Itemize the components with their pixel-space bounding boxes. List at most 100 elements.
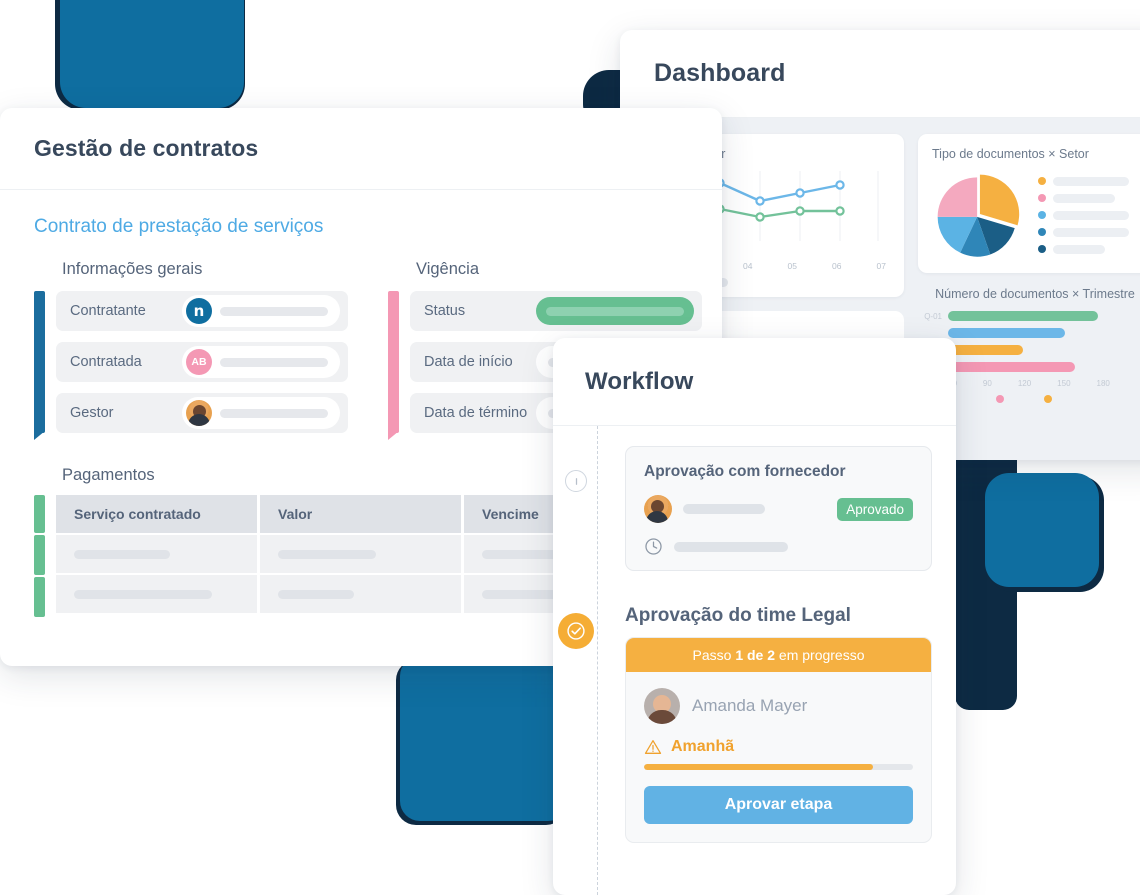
status-placeholder: [546, 306, 684, 316]
status-badge: Aprovado: [837, 497, 913, 521]
warning-icon: [644, 740, 662, 754]
cell-placeholder: [482, 549, 560, 559]
line-chart-x-tick: 05: [787, 261, 797, 271]
field-row-gestor[interactable]: Gestor: [56, 393, 348, 433]
legend-label-placeholder: [1053, 210, 1129, 220]
accent-bar: [34, 495, 45, 533]
table-row[interactable]: [260, 533, 461, 573]
cell-placeholder: [278, 549, 376, 559]
step-time-row: [644, 537, 913, 556]
screenshot-root: Dashboard prazo × Setor: [0, 0, 1140, 895]
assignee-row: Amanda Mayer: [644, 688, 913, 724]
pie-legend-item: [1038, 193, 1138, 203]
status-badge[interactable]: [536, 297, 694, 325]
pie-legend-item: [1038, 244, 1138, 254]
legend-dot-icon: [1038, 211, 1046, 219]
bar-axis-tick: 90: [982, 379, 992, 388]
legend-dot-icon: [1038, 245, 1046, 253]
avatar-initials: AB: [186, 349, 212, 375]
table-row[interactable]: [56, 533, 257, 573]
legend-dot-icon: [1044, 395, 1052, 403]
pie-chart-svg: [937, 174, 1020, 257]
legend-dot-icon: [996, 395, 1004, 403]
pie-legend-item: [1038, 227, 1138, 237]
line-chart-x-tick: 04: [743, 261, 753, 271]
field-label: Data de início: [424, 354, 513, 370]
table-row[interactable]: [260, 573, 461, 613]
field-value-pill[interactable]: [182, 397, 340, 429]
bar-row-label: Q-01: [924, 311, 942, 321]
value-placeholder: [220, 306, 328, 316]
table-row[interactable]: [56, 573, 257, 613]
field-value-pill[interactable]: AB: [182, 346, 340, 378]
field-label: Status: [424, 303, 466, 319]
bar-chart-title: Número de documentos × Trimestre: [935, 287, 1135, 301]
table-column: Valor: [260, 495, 464, 613]
legend-label-placeholder: [1053, 227, 1129, 237]
progress-prefix: Passo: [692, 647, 736, 663]
field-row-contratante[interactable]: Contratante n: [56, 291, 348, 331]
field-label: Contratante: [70, 303, 146, 319]
legend-dot-icon: [1038, 194, 1046, 202]
table-column: Serviço contratado: [56, 495, 260, 613]
field-value-pill[interactable]: n: [182, 295, 340, 327]
step2-card-body: Amanda Mayer Amanhã Aprovar etapa: [626, 672, 931, 842]
step-approver-row: Aprovado: [644, 495, 913, 523]
cell-placeholder: [74, 589, 212, 599]
step-title: Aprovação com fornecedor: [644, 463, 846, 480]
progress-step-count: 1 de 2: [735, 647, 776, 663]
accent-bar: [388, 291, 399, 433]
step2-heading: Aprovação do time Legal: [625, 605, 851, 626]
legend-label-placeholder: [1053, 193, 1115, 203]
pie-chart-area: [932, 167, 1138, 263]
dashboard-title: Dashboard: [654, 59, 786, 87]
group-informacoes-gerais: Informações gerais Contratante n Contrat…: [34, 260, 348, 444]
value-placeholder: [220, 357, 328, 367]
bar-axis-tick: 180: [1096, 379, 1110, 388]
pie-chart-title: Tipo de documentos × Setor: [932, 147, 1089, 161]
pie-legend-item: [1038, 176, 1138, 186]
legend-label-placeholder: [1053, 244, 1105, 254]
legend-label-placeholder: [1053, 176, 1129, 186]
time-placeholder: [674, 541, 788, 552]
step-card-legal[interactable]: Passo 1 de 2 em progresso Amanda Mayer A…: [625, 637, 932, 843]
group-heading: Vigência: [416, 260, 479, 278]
bar-fill: [948, 311, 1098, 321]
contract-type-link[interactable]: Contrato de prestação de serviços: [34, 216, 688, 238]
progress-bar: [644, 764, 913, 770]
check-circle-icon: [567, 622, 585, 640]
legend-dot-icon: [1038, 177, 1046, 185]
avatar: [186, 400, 212, 426]
avatar: [644, 495, 672, 523]
deco-square-right: [985, 473, 1099, 587]
approve-step-button[interactable]: Aprovar etapa: [644, 786, 913, 824]
value-placeholder: [220, 408, 328, 418]
due-label: Amanhã: [671, 738, 735, 755]
pie-chart-card[interactable]: Tipo de documentos × Setor: [918, 134, 1140, 273]
avatar: [644, 688, 680, 724]
clock-icon: [645, 538, 662, 555]
workflow-step-2: Aprovação do time Legal Passo 1 de 2 em …: [558, 605, 932, 843]
field-label: Gestor: [70, 405, 114, 421]
dashboard-header: Dashboard: [620, 30, 1140, 118]
step-card-fornecedor[interactable]: Aprovação com fornecedor Aprovado: [625, 446, 932, 571]
deco-square-bottom-left: [400, 656, 568, 821]
bar-chart-row: Q-01: [918, 311, 1140, 321]
field-label: Data de término: [424, 405, 528, 421]
workflow-header: Workflow: [553, 338, 956, 426]
info-icon: [575, 477, 577, 485]
field-row-status[interactable]: Status: [410, 291, 702, 331]
bar-fill: [948, 328, 1065, 338]
bar-chart-row: [918, 328, 1140, 338]
accent-bar: [34, 577, 45, 617]
pie-chart-legend: [1038, 176, 1138, 254]
progress-suffix: em progresso: [775, 647, 865, 663]
table-header-cell: Serviço contratado: [56, 495, 257, 533]
workflow-title: Workflow: [585, 367, 694, 395]
workflow-step-1: Aprovação com fornecedor Aprovado: [565, 446, 932, 571]
progress-fill: [644, 764, 873, 770]
assignee-name: Amanda Mayer: [692, 696, 808, 715]
field-row-contratada[interactable]: Contratada AB: [56, 342, 348, 382]
field-label: Contratada: [70, 354, 142, 370]
accent-bar: [34, 291, 45, 433]
